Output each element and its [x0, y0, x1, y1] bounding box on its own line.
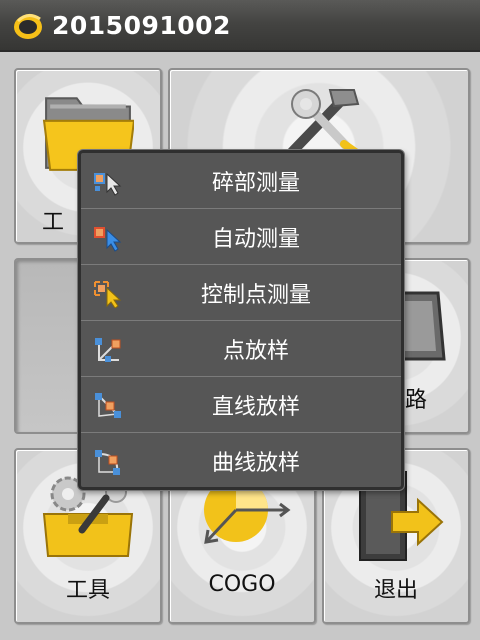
menu-item-label: 自动测量 [211, 226, 300, 252]
curve-stakeout-icon [95, 450, 120, 475]
menu-item-detail-survey[interactable]: 碎部测量 [81, 153, 401, 209]
cursor-point-icon [94, 172, 122, 196]
cursor-control-icon [94, 281, 122, 308]
survey-popup-menu: 碎部测量 自动测量 控制点测量 点放样 直线放样 曲线放样 [78, 150, 404, 490]
menu-item-point-stakeout[interactable]: 点放样 [81, 321, 401, 377]
point-stakeout-icon [95, 338, 121, 362]
menu-item-label: 点放样 [222, 338, 289, 364]
title-bar: 2015091002 [0, 0, 480, 52]
job-title: 2015091002 [52, 10, 231, 40]
menu-item-label: 直线放样 [211, 394, 300, 420]
line-stakeout-icon [95, 393, 121, 418]
menu-item-label: 控制点测量 [200, 282, 311, 308]
exit-tile-label: 退出 [373, 578, 418, 603]
cursor-auto-icon [94, 227, 122, 252]
menu-item-label: 碎部测量 [211, 170, 300, 196]
cogo-tile-label: COGO [208, 572, 276, 597]
menu-item-label: 曲线放样 [211, 451, 300, 476]
helmet-logo-icon [14, 14, 42, 39]
tools-tile-label: 工具 [65, 578, 110, 603]
menu-item-line-stakeout[interactable]: 直线放样 [81, 377, 401, 433]
menu-item-curve-stakeout[interactable]: 曲线放样 [81, 433, 401, 487]
menu-item-control-point-survey[interactable]: 控制点测量 [81, 265, 401, 321]
menu-item-auto-survey[interactable]: 自动测量 [81, 209, 401, 265]
